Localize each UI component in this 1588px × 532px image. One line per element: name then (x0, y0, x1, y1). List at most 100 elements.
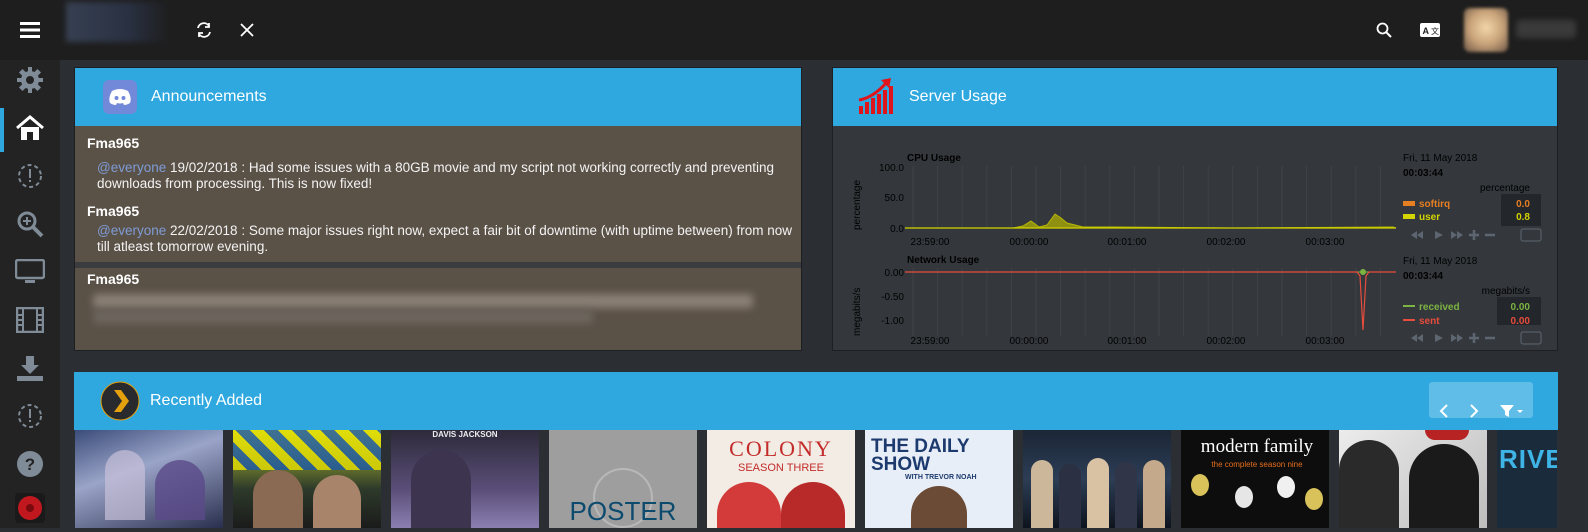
sidebar-item-search[interactable] (10, 204, 50, 244)
sidebar-item-settings[interactable] (10, 60, 50, 100)
legend-label: received (1419, 302, 1460, 313)
top-bar: A文 (0, 0, 1588, 60)
cpu-time: 00:03:44 (1403, 168, 1443, 179)
search-button[interactable] (1364, 10, 1404, 50)
blurred-post-text (93, 310, 593, 324)
hamburger-icon (20, 22, 40, 38)
network-ytick: -1.00 (881, 316, 904, 327)
poster-card[interactable]: COLONY SEASON THREE (707, 430, 855, 528)
legend-swatch (1403, 319, 1415, 321)
poster-card[interactable] (233, 430, 381, 528)
translate-icon: A文 (1420, 23, 1440, 37)
network-xtick: 00:02:00 (1207, 336, 1246, 347)
site-logo (66, 2, 170, 42)
sidebar-item-help[interactable]: ? (10, 444, 50, 484)
alert-dashed-icon (18, 404, 42, 428)
mention[interactable]: @everyone (97, 160, 166, 175)
post-text: @everyone 22/02/2018 : Some major issues… (97, 223, 793, 254)
server-usage-panel: Server Usage CPU Usage percentage 100.0 … (832, 67, 1558, 351)
post-author: Fma965 (87, 271, 140, 287)
legend-swatch (1403, 214, 1415, 219)
blurred-post-text (93, 294, 753, 308)
cpu-date: Fri, 11 May 2018 (1403, 153, 1478, 164)
plex-icon (100, 381, 140, 421)
poster-card[interactable]: POSTER (549, 430, 697, 528)
panel-title: Announcements (151, 88, 267, 105)
network-chart-controls[interactable] (1411, 331, 1542, 345)
legend-value: 0.0 (1516, 199, 1530, 210)
network-ytick: -0.50 (881, 292, 904, 303)
network-date: Fri, 11 May 2018 (1403, 256, 1478, 267)
refresh-icon (197, 22, 211, 38)
mention[interactable]: @everyone (97, 223, 166, 238)
usage-charts-svg: CPU Usage percentage 100.0 50.0 0.0 23:5… (852, 153, 1543, 347)
cpu-chart-title: CPU Usage (907, 153, 961, 164)
active-indicator (0, 108, 4, 152)
app-red-icon (15, 493, 45, 523)
legend-label: user (1419, 212, 1440, 223)
previous-button[interactable] (1429, 394, 1459, 428)
chevron-left-icon (1439, 404, 1448, 418)
monitor-icon (15, 259, 45, 283)
gear-icon (17, 67, 43, 93)
poster-card[interactable]: DAVIS JACKSON (391, 430, 539, 528)
sidebar-item-downloads[interactable] (10, 348, 50, 388)
download-icon (17, 356, 43, 381)
cpu-xtick: 00:00:00 (1010, 237, 1049, 248)
hamburger-menu-button[interactable] (10, 10, 50, 50)
next-button[interactable] (1459, 394, 1489, 428)
chart-up-icon (858, 78, 893, 114)
sidebar-item-requests[interactable] (10, 156, 50, 196)
chevron-right-icon (1470, 404, 1479, 418)
network-hover-point (1360, 269, 1366, 275)
cpu-grid (912, 166, 1381, 228)
network-xtick: 00:03:00 (1306, 336, 1345, 347)
close-button[interactable] (227, 10, 267, 50)
cpu-user-series (905, 213, 1397, 229)
alert-dashed-icon (18, 164, 42, 188)
sidebar-item-movies[interactable] (10, 300, 50, 340)
network-xtick: 23:59:00 (911, 336, 950, 347)
film-icon (16, 307, 44, 333)
post-divider (75, 262, 801, 268)
announcements-list: Fma965 @everyone 19/02/2018 : Had some i… (75, 126, 801, 350)
sidebar-item-issues[interactable] (10, 396, 50, 436)
translate-button[interactable]: A文 (1410, 10, 1450, 50)
svg-text:文: 文 (1431, 26, 1439, 36)
carousel-controls (1429, 382, 1533, 418)
filter-dropdown-button[interactable] (1491, 394, 1531, 428)
cpu-xtick: 00:03:00 (1306, 237, 1345, 248)
poster-card[interactable]: modern family the complete season nine (1181, 430, 1329, 528)
network-ytick: 0.00 (885, 268, 905, 279)
legend-value: 0.8 (1516, 212, 1530, 223)
close-icon (240, 23, 254, 37)
help-icon: ? (17, 451, 43, 477)
poster-card[interactable]: RIVE (1497, 430, 1557, 528)
poster-card[interactable] (1023, 430, 1171, 528)
sidebar-item-app[interactable] (10, 488, 50, 528)
sidebar-item-tv[interactable] (10, 252, 50, 292)
poster-card[interactable] (1339, 430, 1487, 528)
cpu-xtick: 23:59:00 (911, 237, 950, 248)
network-xtick: 00:01:00 (1108, 336, 1147, 347)
sidebar-item-home[interactable] (10, 108, 50, 148)
discord-icon (103, 80, 137, 114)
network-time: 00:03:44 (1403, 271, 1443, 282)
poster-card[interactable] (75, 430, 223, 528)
username[interactable] (1516, 20, 1576, 38)
cpu-ytick: 100.0 (879, 163, 904, 174)
announcements-header: Announcements (75, 68, 801, 126)
cpu-ytick: 0.0 (890, 224, 904, 235)
post-text: @everyone 19/02/2018 : Had some issues w… (97, 160, 775, 191)
post-author: Fma965 (87, 135, 140, 151)
cpu-ylabel: percentage (852, 180, 863, 230)
refresh-button[interactable] (184, 10, 224, 50)
poster-card[interactable]: THE DAILY SHOW WITH TREVOR NOAH (865, 430, 1013, 528)
server-usage-charts: CPU Usage percentage 100.0 50.0 0.0 23:5… (833, 126, 1557, 350)
user-avatar[interactable] (1464, 8, 1508, 52)
legend-label: sent (1419, 316, 1440, 327)
network-xtick: 00:00:00 (1010, 336, 1049, 347)
cpu-chart-controls[interactable] (1411, 228, 1542, 242)
network-sent-series (905, 271, 1396, 331)
svg-text:A: A (1423, 26, 1430, 36)
